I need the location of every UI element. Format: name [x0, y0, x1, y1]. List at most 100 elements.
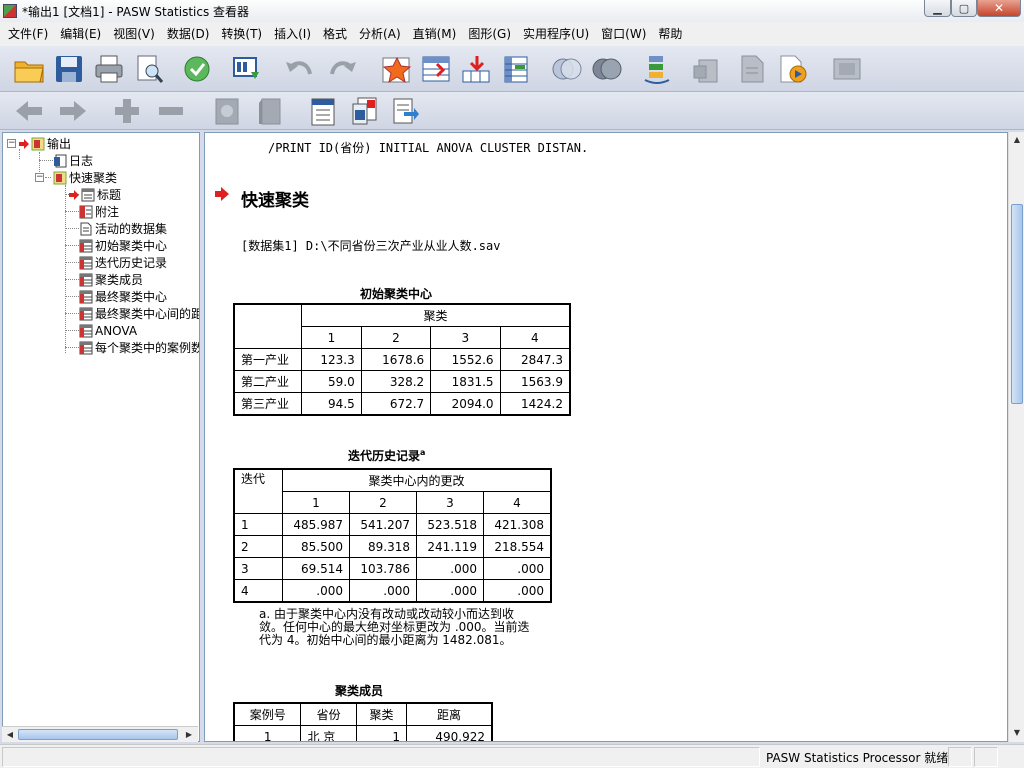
output-book-icon: [31, 137, 45, 150]
status-cell: [974, 747, 998, 767]
scroll-down-icon[interactable]: ▼: [1010, 726, 1024, 740]
content-scroll-thumb[interactable]: [1011, 204, 1023, 404]
column-header-cell: 距离: [406, 703, 492, 726]
select-cases-button[interactable]: [590, 52, 624, 86]
tree-label: 标题: [97, 188, 122, 202]
weight-cases-button[interactable]: [550, 52, 584, 86]
undo-button[interactable]: [282, 52, 316, 86]
tree-node-quick-cluster[interactable]: 快速聚类: [53, 169, 117, 186]
close-button[interactable]: ✕: [977, 0, 1021, 17]
insert-title-button[interactable]: [348, 94, 382, 128]
menu-insert[interactable]: 插入(I): [268, 22, 317, 46]
menu-transform[interactable]: 转换(T): [215, 22, 268, 46]
menu-utilities[interactable]: 实用程序(U): [517, 22, 595, 46]
tree-node-initial-centers[interactable]: 初始聚类中心: [79, 237, 167, 254]
pivot-table-icon: [79, 256, 93, 269]
outline-scroll-thumb[interactable]: [18, 729, 178, 740]
minus-icon: [159, 107, 183, 115]
insert-cases-button[interactable]: [460, 52, 494, 86]
menu-edit[interactable]: 编辑(E): [54, 22, 107, 46]
table-row: 第一产业 123.3 1678.6 1552.6 2847.3: [234, 348, 571, 371]
print-button[interactable]: [92, 52, 126, 86]
tree-node-final-centers[interactable]: 最终聚类中心: [79, 288, 167, 305]
plus-icon: [115, 99, 139, 123]
redo-button[interactable]: [326, 52, 360, 86]
close-icon: ✕: [993, 1, 1005, 15]
tree-label: 快速聚类: [69, 171, 118, 185]
fullscreen-button[interactable]: [830, 52, 864, 86]
column-header-cell: 3: [416, 491, 484, 514]
row-header-cell: 2: [234, 535, 283, 558]
menu-view[interactable]: 视图(V): [107, 22, 161, 46]
scroll-left-icon[interactable]: ◀: [3, 728, 17, 742]
iteration-history-title-text: 迭代历史记录: [348, 449, 421, 463]
split-file-button[interactable]: [640, 52, 674, 86]
open-folder-button[interactable]: [12, 52, 46, 86]
recall-dialog-button[interactable]: [230, 52, 264, 86]
tree-label: 附注: [95, 205, 120, 219]
menu-format[interactable]: 格式: [317, 22, 353, 46]
tree-node-cases-per-cluster[interactable]: 每个聚类中的案例数: [79, 339, 199, 356]
tree-node-output[interactable]: 输出: [19, 135, 71, 152]
print-preview-button[interactable]: [132, 52, 166, 86]
minimize-button[interactable]: ▁: [924, 0, 951, 17]
tree-node-final-center-distances[interactable]: 最终聚类中心间的距: [79, 305, 200, 322]
menu-graphs[interactable]: 图形(G): [462, 22, 517, 46]
tree-node-cluster-membership[interactable]: 聚类成员: [79, 271, 143, 288]
tree-label: 最终聚类中心间的距: [95, 307, 200, 321]
collapse-button[interactable]: [154, 94, 188, 128]
show-button[interactable]: [210, 94, 244, 128]
goto-case-icon: [422, 56, 450, 82]
scroll-up-icon[interactable]: ▲: [1010, 133, 1024, 147]
scroll-right-icon[interactable]: ▶: [182, 728, 196, 742]
hide-button[interactable]: [254, 94, 288, 128]
menu-file[interactable]: 文件(F): [2, 22, 54, 46]
dataset-text: [数据集1] D:\不同省份三次产业从业人数.sav: [241, 239, 501, 253]
menu-data[interactable]: 数据(D): [161, 22, 216, 46]
variables-button[interactable]: [500, 52, 534, 86]
value-cell: 328.2: [360, 370, 432, 393]
menu-analyze[interactable]: 分析(A): [353, 22, 407, 46]
column-header-cell: 省份: [300, 703, 357, 726]
expand-button[interactable]: [110, 94, 144, 128]
tree-node-anova[interactable]: ANOVA: [79, 322, 137, 339]
membership-table[interactable]: 案例号 省份 聚类 距离 1 北 京 1 490.922: [233, 702, 493, 741]
table-row: 3 69.514 103.786 .000 .000: [234, 557, 551, 580]
goto-data-button[interactable]: [380, 52, 414, 86]
new-output-button[interactable]: [736, 52, 770, 86]
text-page-icon: [80, 222, 92, 235]
goto-case-button[interactable]: [420, 52, 454, 86]
value-cell: 485.987: [282, 513, 350, 536]
initial-centers-table[interactable]: 聚类 1 2 3 4 第一产业 123.3 1678.6 1552.6 2847…: [233, 303, 571, 416]
pivot-table-icon: [79, 324, 93, 337]
menu-direct-marketing[interactable]: 直销(M): [407, 22, 463, 46]
demote-button[interactable]: [56, 94, 90, 128]
iteration-history-table[interactable]: 迭代 聚类中心内的更改 1 2 3 4 1 485.987 541.207 52…: [233, 468, 552, 603]
tree-label: 迭代历史记录: [95, 256, 168, 270]
promote-button[interactable]: [12, 94, 46, 128]
value-cell: 北 京: [300, 725, 357, 741]
value-cell: .000: [483, 557, 551, 580]
table-row: 4 .000 .000 .000 .000: [234, 579, 551, 602]
tree-node-notes[interactable]: 附注: [79, 203, 119, 220]
tree-node-title[interactable]: 标题: [69, 186, 121, 203]
maximize-button[interactable]: ▢: [951, 0, 977, 17]
run-script-button[interactable]: [776, 52, 810, 86]
tree-node-log[interactable]: 日志: [53, 152, 93, 169]
row-header-cell: 第三产业: [234, 392, 302, 415]
menu-window[interactable]: 窗口(W): [595, 22, 652, 46]
section-title[interactable]: 快速聚类: [241, 186, 309, 211]
insert-text-button[interactable]: [388, 94, 422, 128]
outline-horizontal-scrollbar[interactable]: ◀ ▶: [2, 726, 198, 742]
tree-node-active-dataset[interactable]: 活动的数据集: [79, 220, 167, 237]
menu-help[interactable]: 帮助: [652, 22, 688, 46]
export-button[interactable]: [180, 52, 214, 86]
current-item-arrow-icon: [215, 187, 229, 201]
designate-window-button[interactable]: [690, 52, 724, 86]
tree-node-iteration-history[interactable]: 迭代历史记录: [79, 254, 167, 271]
content-vertical-scrollbar[interactable]: ▲ ▼: [1008, 132, 1024, 742]
tree-collapse-toggle[interactable]: −: [35, 173, 44, 182]
insert-heading-button[interactable]: [306, 94, 340, 128]
tree-collapse-toggle[interactable]: −: [7, 139, 16, 148]
save-button[interactable]: [52, 52, 86, 86]
